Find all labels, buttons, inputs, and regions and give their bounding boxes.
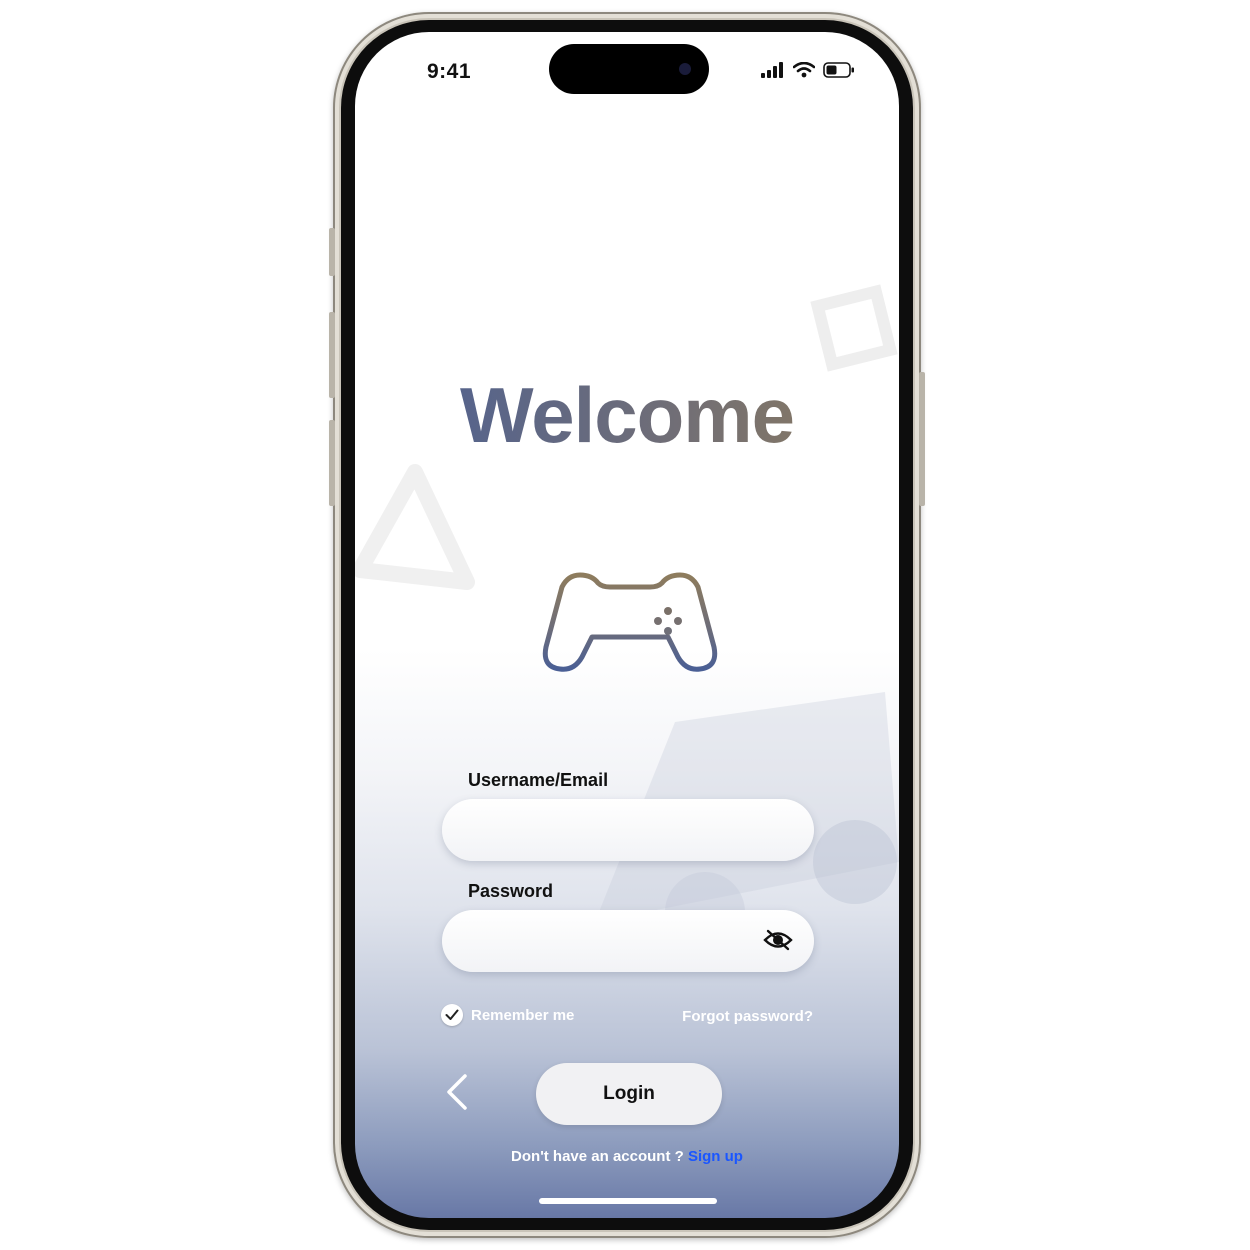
page-title: Welcome	[355, 370, 899, 461]
action-button	[329, 228, 335, 276]
password-label: Password	[468, 881, 554, 901]
dynamic-island	[549, 44, 709, 94]
forgot-password-link[interactable]: Forgot password?	[682, 1008, 813, 1025]
wifi-icon	[793, 62, 815, 78]
username-input[interactable]	[442, 799, 814, 861]
remember-me[interactable]: Remember me	[441, 1004, 574, 1026]
status-icons	[761, 62, 855, 78]
battery-icon	[823, 62, 854, 78]
volume-down-button	[329, 420, 335, 506]
eye-slash-icon[interactable]	[763, 928, 793, 952]
login-button[interactable]: Login	[536, 1063, 722, 1125]
home-indicator[interactable]	[539, 1198, 717, 1204]
remember-checkbox[interactable]	[441, 1004, 463, 1026]
password-input[interactable]	[442, 910, 814, 972]
camera-icon	[679, 63, 691, 75]
square-shape-decoration	[810, 284, 898, 372]
app-screen: 9:41 Welcome Username/Email Password Rem…	[355, 32, 899, 1218]
no-account-text: Don't have an account ?	[511, 1148, 684, 1165]
power-button	[919, 372, 925, 506]
check-icon	[445, 1009, 459, 1020]
status-bar: 9:41	[355, 32, 899, 112]
triangle-shape-decoration	[355, 464, 475, 590]
chevron-left-icon[interactable]	[443, 1072, 469, 1112]
volume-up-button	[329, 312, 335, 398]
username-label: Username/Email	[468, 770, 609, 790]
remember-label: Remember me	[471, 1006, 575, 1024]
signal-icon	[761, 62, 783, 78]
signup-prompt: Don't have an account ? Sign up	[355, 1148, 899, 1165]
status-time: 9:41	[427, 60, 472, 83]
gamepad-icon	[542, 572, 718, 672]
signup-link[interactable]: Sign up	[688, 1148, 743, 1165]
